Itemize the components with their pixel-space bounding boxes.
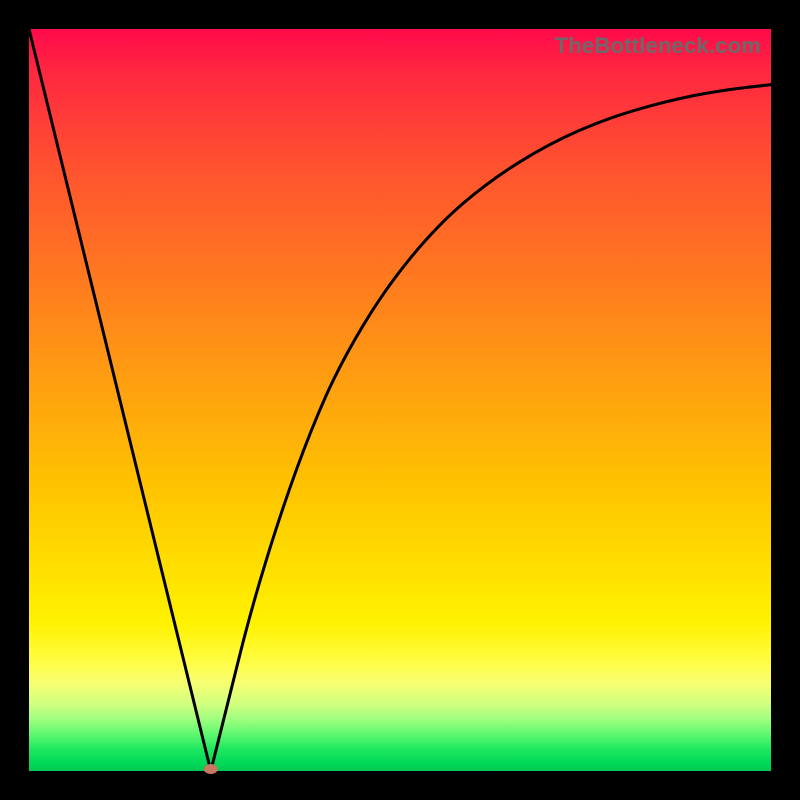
plot-area: TheBottleneck.com	[29, 29, 771, 771]
chart-frame: TheBottleneck.com	[0, 0, 800, 800]
minimum-marker	[204, 764, 218, 774]
bottleneck-curve	[29, 29, 771, 771]
